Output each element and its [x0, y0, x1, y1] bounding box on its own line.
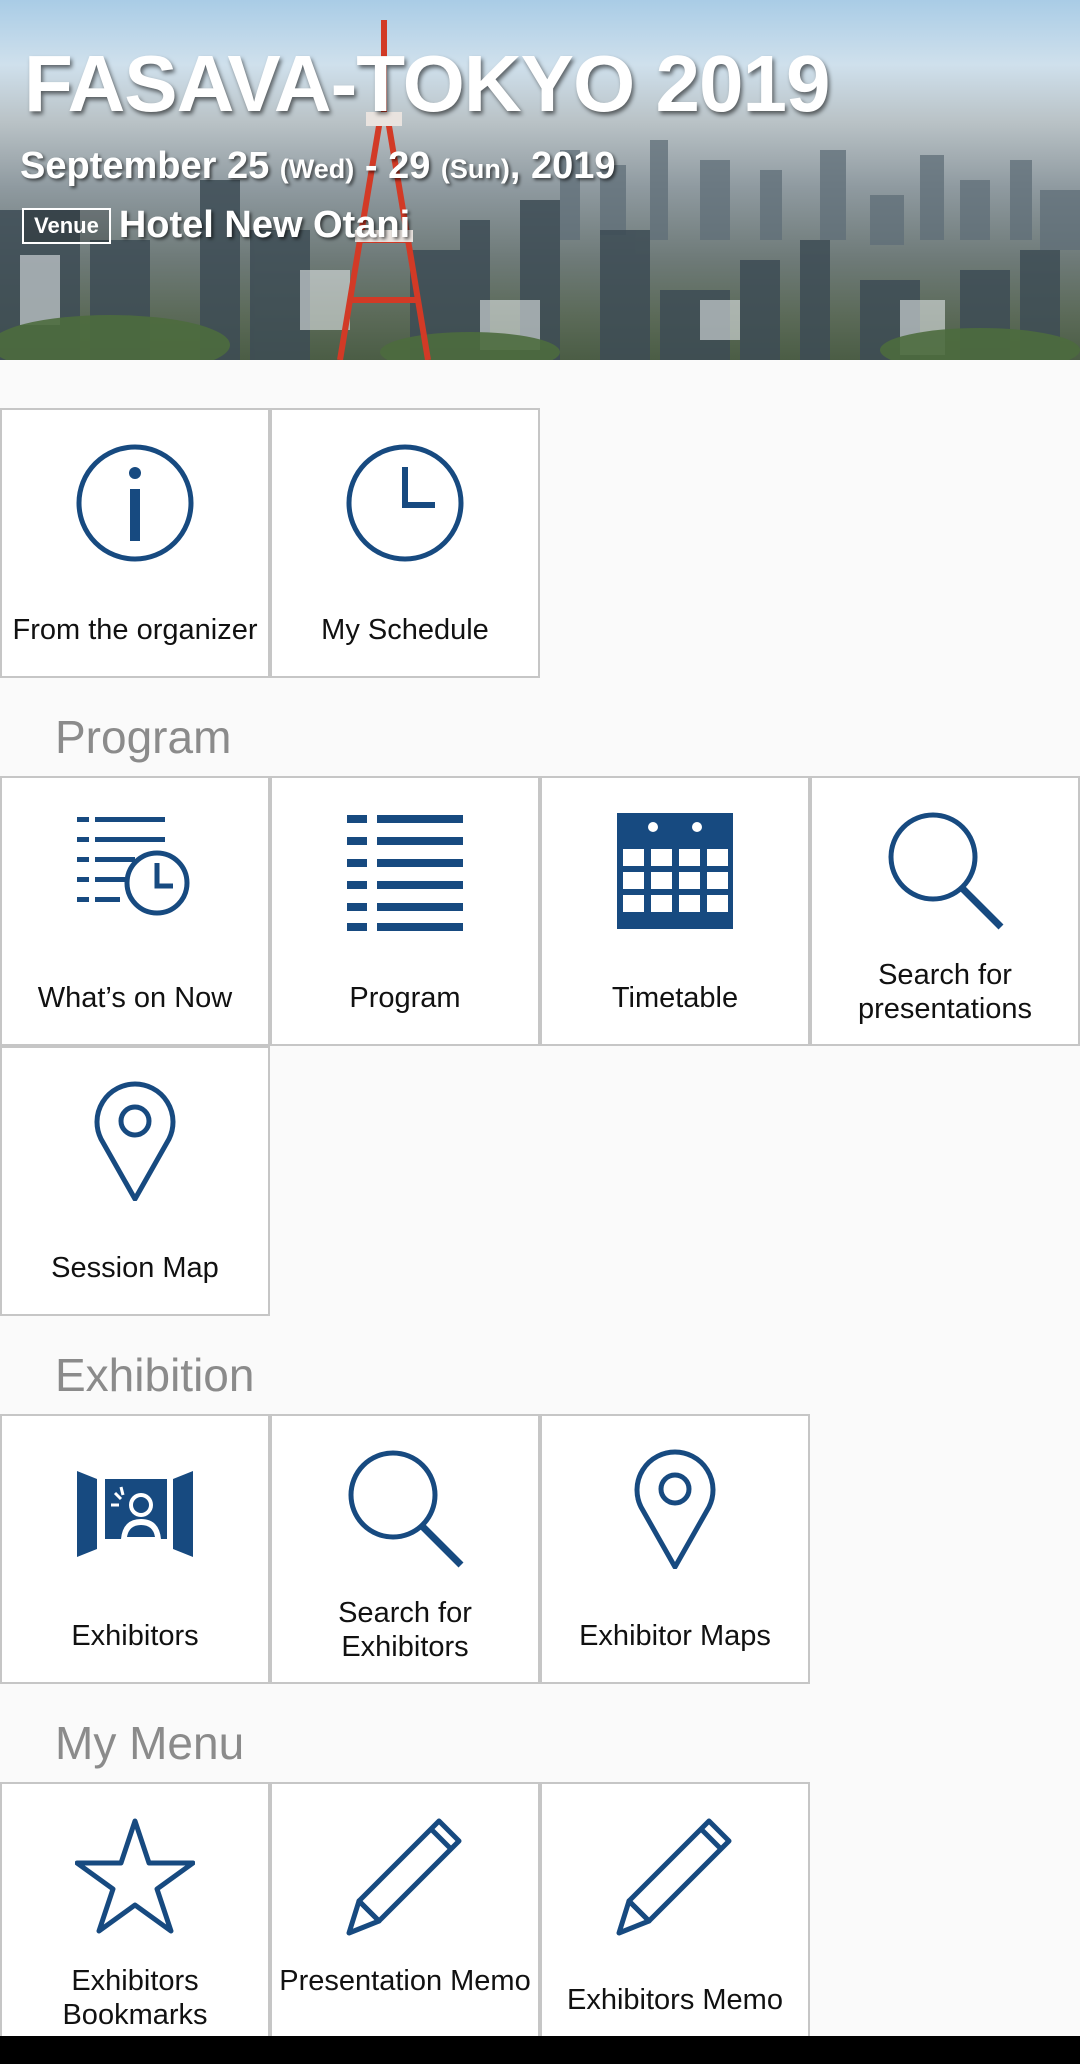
tile-label: Exhibitor Maps — [579, 1620, 771, 1652]
star-icon — [75, 1818, 195, 1934]
section-heading-my-menu: My Menu — [55, 1717, 245, 1769]
pencil-icon — [616, 1818, 732, 1936]
clock-icon — [346, 444, 464, 562]
info-icon — [76, 444, 194, 562]
venue-name: Hotel New Otani — [118, 204, 411, 246]
search-icon — [888, 812, 1004, 930]
bottom-bar — [0, 2036, 1080, 2064]
event-dates: September 25 (Wed) - 29 (Sun), 2019 — [20, 145, 616, 187]
list-clock-icon — [77, 817, 190, 916]
venue-row: Venue Hotel New Otani — [22, 204, 410, 247]
header-banner: FASAVA-TOKYO 2019 September 25 (Wed) - 2… — [0, 0, 1080, 360]
tile-label: From the organizer — [12, 614, 258, 646]
tile-search-presentations[interactable]: Search for presentations — [810, 776, 1080, 1046]
tile-label: Exhibitors Memo — [567, 1984, 783, 2016]
pencil-icon — [346, 1818, 462, 1936]
tile-label: Session Map — [51, 1252, 219, 1284]
tile-label: What’s on Now — [37, 982, 233, 1014]
map-pin-icon — [94, 1081, 176, 1201]
calendar-icon — [617, 813, 733, 929]
event-title: FASAVA-TOKYO 2019 — [24, 39, 830, 128]
tile-exhibitor-maps[interactable]: Exhibitor Maps — [540, 1414, 810, 1684]
tile-whats-on-now[interactable]: What’s on Now — [0, 776, 270, 1046]
tile-exhibitors[interactable]: Exhibitors — [0, 1414, 270, 1684]
tile-program[interactable]: Program — [270, 776, 540, 1046]
search-icon — [348, 1450, 464, 1568]
tile-label: Exhibitors — [71, 1620, 199, 1652]
map-pin-icon — [634, 1449, 716, 1569]
exhibitor-booth-icon — [77, 1471, 193, 1557]
tile-label: Program — [349, 982, 461, 1014]
tile-label: My Schedule — [321, 614, 489, 646]
section-heading-program: Program — [55, 711, 232, 763]
section-heading-exhibition: Exhibition — [55, 1349, 255, 1401]
tile-presentation-memo[interactable]: Presentation Memo — [270, 1782, 540, 2036]
tile-exhibitors-bookmarks[interactable]: Exhibitors Bookmarks — [0, 1782, 270, 2036]
tile-label: Timetable — [611, 982, 739, 1014]
venue-tag: Venue — [22, 207, 111, 244]
tile-search-exhibitors[interactable]: Search for Exhibitors — [270, 1414, 540, 1684]
tile-timetable[interactable]: Timetable — [540, 776, 810, 1046]
tile-exhibitors-memo[interactable]: Exhibitors Memo — [540, 1782, 810, 2036]
tile-session-map[interactable]: Session Map — [0, 1046, 270, 1316]
tile-my-schedule[interactable]: My Schedule — [270, 408, 540, 678]
tile-label: Search for presentations — [857, 959, 1033, 1025]
tile-label: Search for Exhibitors — [338, 1597, 472, 1663]
list-icon — [347, 815, 463, 931]
tile-from-the-organizer[interactable]: From the organizer — [0, 408, 270, 678]
